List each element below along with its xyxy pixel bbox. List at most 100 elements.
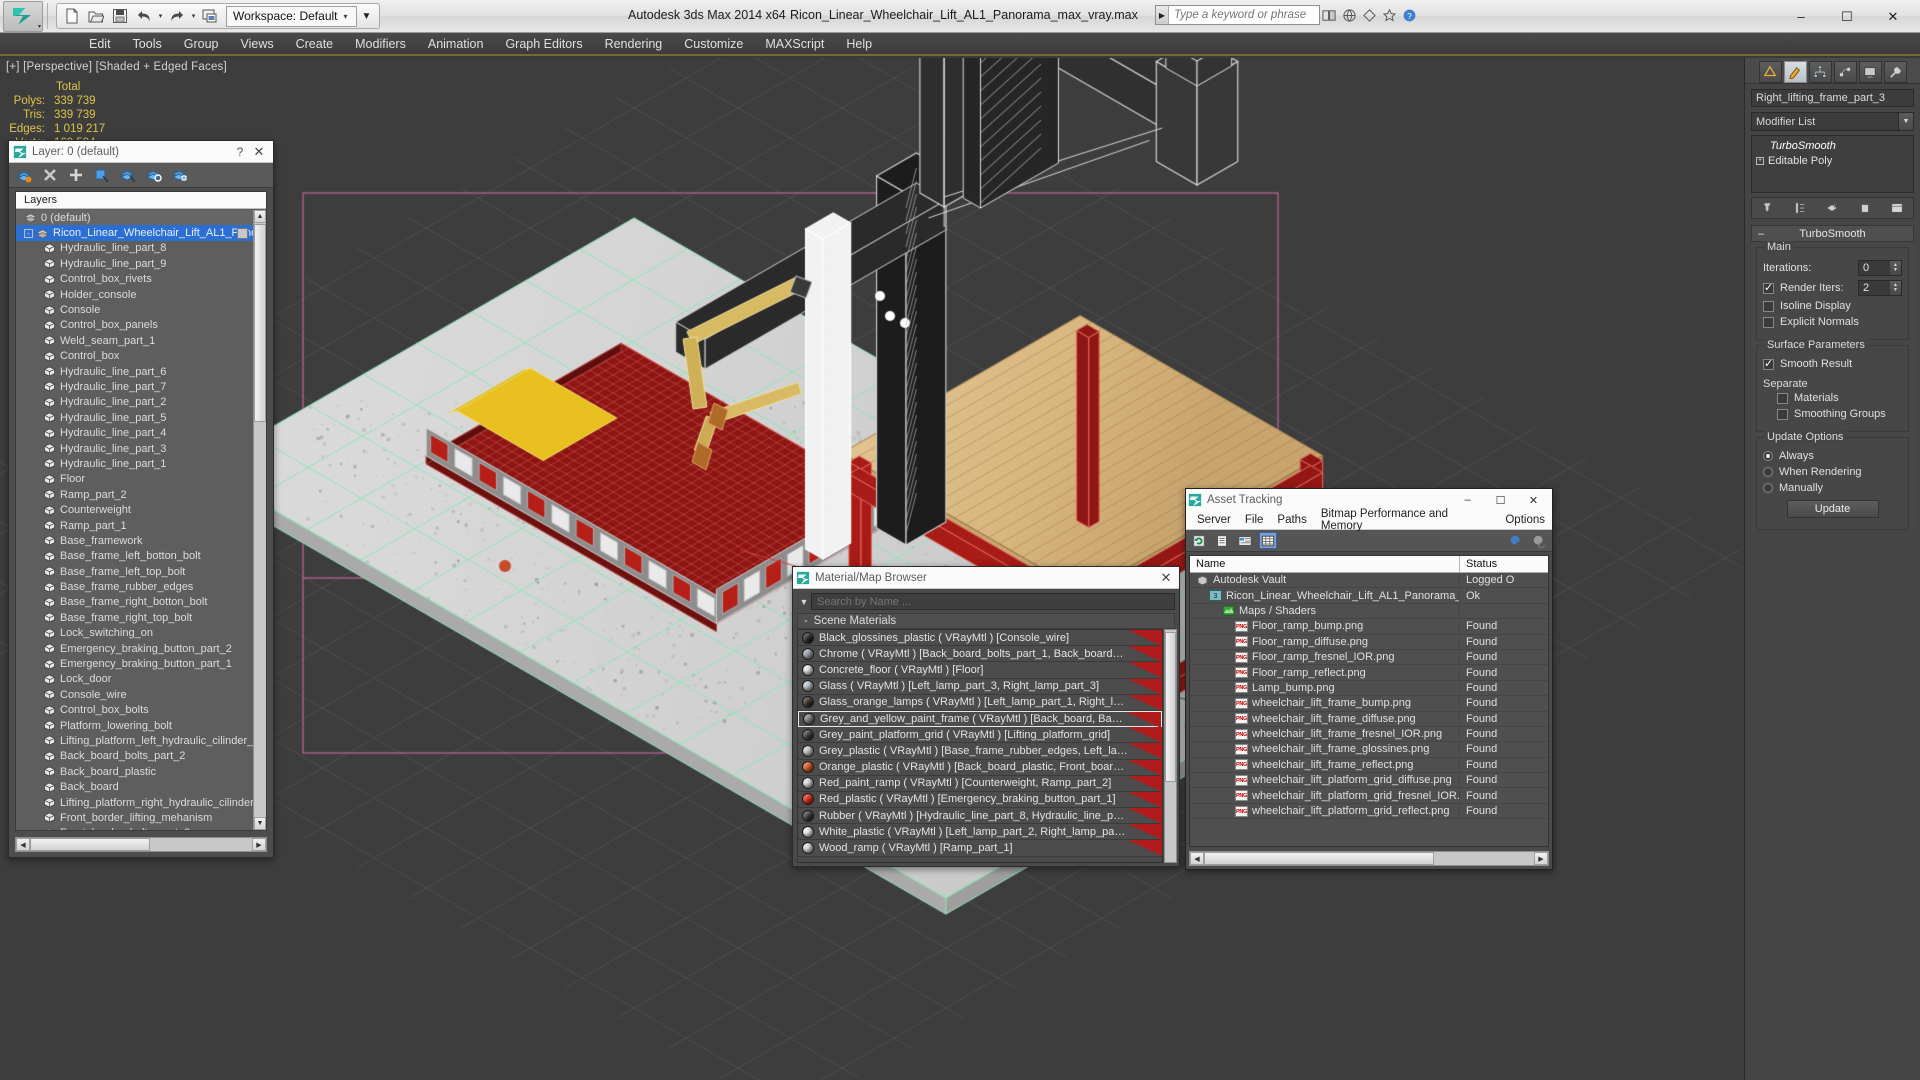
delete-layer-icon[interactable] (41, 167, 58, 184)
help-icon[interactable]: ? (1400, 4, 1419, 26)
layer-object-row[interactable]: Base_frame_right_botton_bolt (16, 595, 253, 610)
material-row[interactable]: Grey_paint_platform_grid ( VRayMtl ) [Li… (798, 727, 1162, 743)
layer-object-row[interactable]: Floor (16, 472, 253, 487)
search-dropdown-arrow-icon[interactable]: ▶ (1156, 6, 1169, 24)
asset-maximize-button[interactable]: ☐ (1484, 490, 1517, 510)
layer-object-row[interactable]: Hydraulic_line_part_7 (16, 379, 253, 394)
tab-display[interactable] (1859, 61, 1882, 83)
material-row[interactable]: Glass ( VRayMtl ) [Left_lamp_part_3, Rig… (798, 679, 1162, 695)
object-name-field[interactable]: Right_lifting_frame_part_3 (1751, 89, 1914, 107)
layer-object-row[interactable]: Holder_console (16, 287, 253, 302)
layer-list-horizontal-scrollbar[interactable]: ◀ ▶ (15, 837, 267, 852)
list-view-icon[interactable] (1213, 532, 1231, 549)
refresh-icon[interactable] (1190, 532, 1208, 549)
remove-modifier-icon[interactable] (1857, 200, 1873, 216)
layer-object-row[interactable]: Hydraulic_line_part_4 (16, 425, 253, 440)
save-file-icon[interactable] (108, 5, 132, 27)
layer-object-row[interactable]: Front_border_bolts_part_3 (16, 826, 253, 830)
smoothing-groups-row[interactable]: Smoothing Groups (1763, 408, 1902, 420)
layer-row[interactable]: -Ricon_Linear_Wheelchair_Lift_AL1_Panora… (16, 225, 253, 240)
minimize-button[interactable]: – (1778, 3, 1824, 31)
layer-object-row[interactable]: Hydraulic_line_part_8 (16, 241, 253, 256)
asset-scroll-left-arrow-icon[interactable]: ◀ (1190, 852, 1204, 865)
layer-object-row[interactable]: Base_framework (16, 533, 253, 548)
scroll-right-arrow-icon[interactable]: ▶ (252, 838, 266, 851)
layer-object-row[interactable]: Ramp_part_2 (16, 487, 253, 502)
layer-object-row[interactable]: Control_box_bolts (16, 703, 253, 718)
asset-hscroll-thumb[interactable] (1204, 852, 1434, 865)
asset-row[interactable]: 3 Ricon_Linear_Wheelchair_Lift_AL1_Panora… (1190, 588, 1548, 603)
asset-row[interactable]: PNG wheelchair_lift_frame_glossines.png Fo… (1190, 742, 1548, 757)
material-row[interactable]: Black_glossines_plastic ( VRayMtl ) [Con… (798, 630, 1162, 646)
show-end-result-icon[interactable] (1792, 200, 1808, 216)
asset-row[interactable]: PNG Lamp_bump.png Found (1190, 681, 1548, 696)
layer-object-row[interactable]: Console (16, 302, 253, 317)
modifier-list-chevron-down-icon[interactable]: ▼ (1898, 113, 1913, 130)
menu-item-customize[interactable]: Customize (673, 35, 754, 53)
redo-icon[interactable] (165, 5, 189, 27)
asset-close-button[interactable]: ✕ (1517, 490, 1550, 510)
materials-checkbox[interactable] (1777, 393, 1788, 404)
layer-object-row[interactable]: Hydraulic_line_part_9 (16, 256, 253, 271)
layer-object-row[interactable]: Back_board_bolts_part_2 (16, 749, 253, 764)
layer-active-checkbox[interactable] (237, 228, 248, 239)
asset-table-horizontal-scrollbar[interactable]: ◀ ▶ (1189, 851, 1549, 866)
asset-row[interactable]: PNG wheelchair_lift_frame_reflect.png Foun… (1190, 758, 1548, 773)
menu-item-edit[interactable]: Edit (78, 35, 122, 53)
menu-item-create[interactable]: Create (285, 35, 345, 53)
layer-object-row[interactable]: Emergency_braking_button_part_1 (16, 656, 253, 671)
material-browser-menu-icon[interactable]: ▼ (797, 597, 811, 607)
materials-row[interactable]: Materials (1763, 392, 1902, 404)
layer-object-row[interactable]: Lock_door (16, 672, 253, 687)
close-button[interactable]: ✕ (1870, 3, 1916, 31)
tab-hierarchy[interactable] (1809, 61, 1832, 83)
menu-item-modifiers[interactable]: Modifiers (344, 35, 417, 53)
rollout-collapse-icon[interactable]: – (1758, 228, 1764, 240)
pin-stack-icon[interactable] (1760, 200, 1776, 216)
material-row[interactable]: Rubber ( VRayMtl ) [Hydraulic_line_part_… (798, 808, 1162, 824)
layer-object-row[interactable]: Weld_seam_part_1 (16, 333, 253, 348)
vault-login-icon[interactable] (1507, 532, 1525, 549)
material-row[interactable]: Chrome ( VRayMtl ) [Back_board_bolts_par… (798, 646, 1162, 662)
scene-materials-group-header[interactable]: - Scene Materials (797, 613, 1175, 629)
asset-row[interactable]: Maps / Shaders (1190, 604, 1548, 619)
select-layer-objects-icon[interactable] (119, 167, 136, 184)
material-list-scrollbar[interactable] (1164, 629, 1177, 863)
material-list[interactable]: Black_glossines_plastic ( VRayMtl ) [Con… (797, 629, 1163, 863)
material-row[interactable]: Grey_plastic ( VRayMtl ) [Base_frame_rub… (798, 743, 1162, 759)
material-row[interactable]: Glass_orange_lamps ( VRayMtl ) [Left_lam… (798, 695, 1162, 711)
asset-row[interactable]: PNG Floor_ramp_fresnel_IOR.png Found (1190, 650, 1548, 665)
scroll-thumb[interactable] (254, 224, 266, 422)
make-unique-icon[interactable] (1824, 200, 1840, 216)
asset-menu-options[interactable]: Options (1498, 514, 1552, 526)
always-row[interactable]: Always (1763, 450, 1902, 462)
modifier-stack[interactable]: TurboSmooth + Editable Poly (1751, 135, 1914, 193)
tab-utilities[interactable] (1884, 61, 1907, 83)
workspace-chevron-down-icon[interactable]: ▾ (338, 12, 354, 21)
new-file-icon[interactable] (60, 5, 84, 27)
asset-row[interactable]: PNG Floor_ramp_diffuse.png Found (1190, 635, 1548, 650)
configure-sets-icon[interactable] (1889, 200, 1905, 216)
layer-object-row[interactable]: Back_board_plastic (16, 764, 253, 779)
add-selection-icon[interactable] (67, 167, 84, 184)
render-iters-checkbox[interactable] (1763, 283, 1774, 294)
layer-object-row[interactable]: Ramp_part_1 (16, 518, 253, 533)
scroll-up-arrow-icon[interactable]: ▲ (254, 210, 266, 223)
workspace-selector[interactable]: Workspace: Default ▾ (226, 6, 357, 27)
viewport-label[interactable]: [+] [Perspective] [Shaded + Edged Faces] (6, 61, 227, 73)
menu-item-views[interactable]: Views (229, 35, 284, 53)
asset-minimize-button[interactable]: – (1451, 490, 1484, 510)
modifier-stack-item-turbosmooth[interactable]: TurboSmooth (1752, 138, 1913, 153)
communication-center-icon[interactable] (1340, 4, 1359, 26)
layer-object-row[interactable]: Base_frame_left_botton_bolt (16, 549, 253, 564)
select-highlighted-objects-icon[interactable] (93, 167, 110, 184)
material-browser-title-bar[interactable]: Material/Map Browser ✕ (793, 567, 1179, 589)
material-search-input[interactable] (811, 593, 1175, 610)
asset-row[interactable]: PNG wheelchair_lift_frame_bump.png Found (1190, 696, 1548, 711)
render-iters-spinner[interactable]: 2 ▲ ▼ (1858, 280, 1902, 296)
when-rendering-radio[interactable] (1763, 467, 1773, 477)
asset-menu-file[interactable]: File (1238, 514, 1271, 526)
layer-dialog-close-icon[interactable]: ✕ (249, 144, 269, 160)
smoothing-groups-checkbox[interactable] (1777, 409, 1788, 420)
asset-menu-server[interactable]: Server (1190, 514, 1238, 526)
